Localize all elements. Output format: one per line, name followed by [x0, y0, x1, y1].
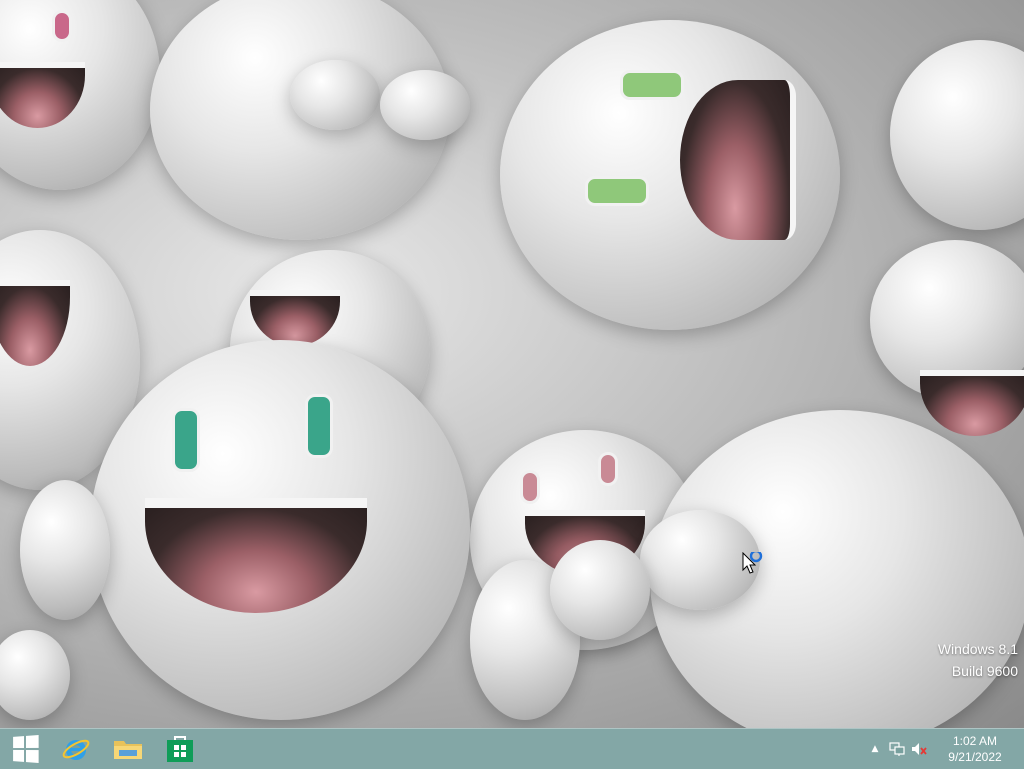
network-button[interactable]	[886, 729, 908, 769]
windows-watermark: Windows 8.1 Build 9600	[938, 638, 1018, 682]
start-button[interactable]	[0, 729, 50, 769]
volume-muted-icon	[912, 743, 927, 755]
chevron-up-icon: ▲	[871, 744, 879, 754]
windows-logo-icon	[13, 735, 39, 763]
store-button[interactable]	[154, 729, 206, 769]
show-hidden-icons-button[interactable]: ▲	[864, 729, 886, 769]
file-explorer-button[interactable]	[102, 729, 154, 769]
clock[interactable]: 1:02 AM 9/21/2022	[930, 733, 1020, 765]
folder-icon	[114, 741, 142, 759]
busy-cursor-icon	[742, 552, 763, 574]
internet-explorer-icon	[62, 739, 90, 760]
volume-button[interactable]	[908, 729, 930, 769]
network-icon	[889, 742, 905, 756]
desktop[interactable]: Windows 8.1 Build 9600	[0, 0, 1024, 728]
system-tray: ▲ 1:02 AM 9/21/2022	[864, 729, 1024, 769]
internet-explorer-button[interactable]	[50, 729, 102, 769]
clock-time: 1:02 AM	[952, 734, 998, 748]
taskbar: ▲ 1:02 AM 9/21/2022	[0, 728, 1024, 769]
wallpaper	[0, 0, 1024, 728]
watermark-version: Windows 8.1	[937, 641, 1018, 657]
watermark-build: Build 9600	[951, 663, 1018, 679]
store-icon	[167, 736, 193, 762]
clock-date: 9/21/2022	[948, 750, 1002, 764]
